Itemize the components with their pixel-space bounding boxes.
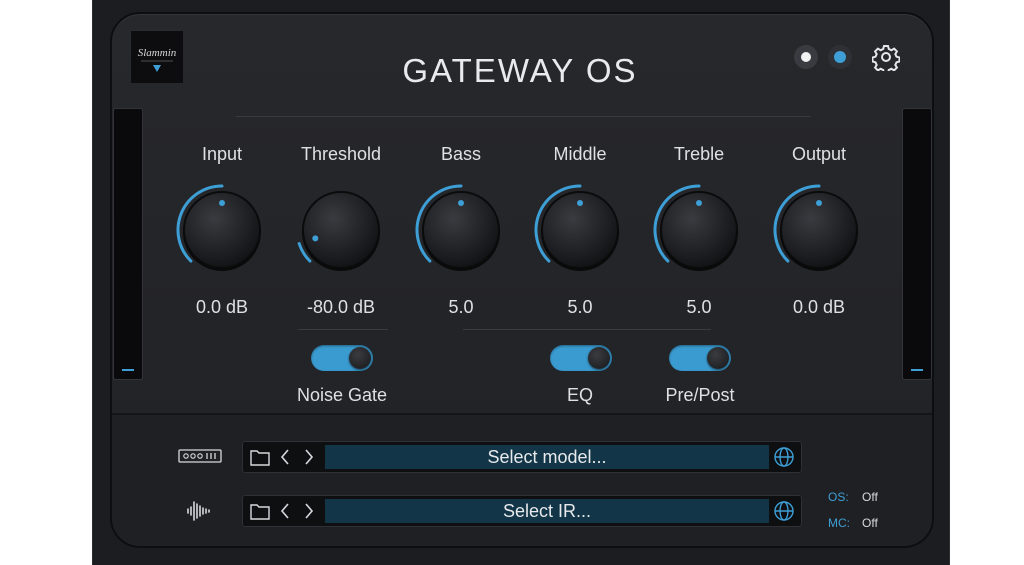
bass-knob[interactable] bbox=[413, 182, 509, 278]
brand-logo: Slammin bbox=[130, 30, 183, 83]
model-loader: Select model... bbox=[242, 441, 802, 473]
knob-indicator bbox=[458, 200, 464, 206]
chevron-left-icon[interactable] bbox=[279, 447, 291, 472]
output-level-meter bbox=[902, 108, 932, 380]
meter-level-tick bbox=[122, 369, 134, 371]
waveform-icon bbox=[186, 500, 214, 527]
chevron-left-icon[interactable] bbox=[279, 501, 291, 526]
knob-label-threshold: Threshold bbox=[300, 144, 382, 164]
input-level-meter bbox=[113, 108, 143, 380]
globe-icon[interactable] bbox=[773, 446, 795, 473]
eq-toggle[interactable] bbox=[550, 345, 612, 371]
mc-status: MC: Off bbox=[828, 516, 878, 530]
eq-label: EQ bbox=[566, 385, 593, 405]
title-divider bbox=[236, 116, 811, 117]
knob-graphic bbox=[653, 184, 738, 271]
treble-knob[interactable] bbox=[651, 182, 747, 278]
knob-graphic bbox=[773, 184, 858, 271]
knob-label-treble: Treble bbox=[673, 144, 725, 164]
knob-label-input: Input bbox=[201, 144, 243, 164]
noise-gate-divider bbox=[298, 329, 388, 330]
app-title: GATEWAY OS bbox=[402, 52, 638, 89]
knob-value-treble: 5.0 bbox=[686, 297, 712, 317]
knob-value-middle: 5.0 bbox=[567, 297, 593, 317]
theme-light-dot[interactable] bbox=[794, 45, 818, 69]
knob-label-bass: Bass bbox=[440, 144, 482, 164]
toggle-thumb bbox=[707, 347, 729, 369]
knob-graphic bbox=[415, 184, 500, 271]
knob-label-output: Output bbox=[791, 144, 847, 164]
folder-icon[interactable] bbox=[249, 501, 271, 526]
knob-graphic bbox=[176, 184, 261, 271]
knob-body bbox=[302, 191, 380, 269]
output-knob[interactable] bbox=[771, 182, 867, 278]
knob-value-input: 0.0 dB bbox=[195, 297, 249, 317]
knob-value-bass: 5.0 bbox=[448, 297, 474, 317]
theme-blue-dot[interactable] bbox=[828, 45, 852, 69]
pre-post-toggle[interactable] bbox=[669, 345, 731, 371]
middle-knob[interactable] bbox=[532, 182, 628, 278]
toggle-thumb bbox=[588, 347, 610, 369]
noise-gate-label: Noise Gate bbox=[296, 385, 388, 405]
input-knob[interactable] bbox=[174, 182, 270, 278]
knob-graphic bbox=[297, 191, 380, 271]
threshold-knob[interactable] bbox=[293, 182, 389, 278]
noise-gate-toggle[interactable] bbox=[311, 345, 373, 371]
eq-divider bbox=[463, 329, 711, 330]
folder-icon[interactable] bbox=[249, 447, 271, 472]
knob-indicator bbox=[696, 200, 702, 206]
os-status-label: OS: bbox=[828, 490, 849, 504]
chevron-right-icon[interactable] bbox=[303, 501, 315, 526]
knob-indicator bbox=[219, 200, 225, 206]
meter-level-tick bbox=[911, 369, 923, 371]
pre-post-label: Pre/Post bbox=[665, 385, 735, 405]
ir-select-field[interactable]: Select IR... bbox=[325, 499, 769, 523]
gear-icon[interactable] bbox=[871, 43, 901, 74]
knob-indicator bbox=[816, 200, 822, 206]
mc-status-value: Off bbox=[862, 516, 878, 530]
chevron-right-icon[interactable] bbox=[303, 447, 315, 472]
svg-text:Slammin: Slammin bbox=[138, 47, 177, 59]
knob-graphic bbox=[534, 184, 619, 271]
knob-label-middle: Middle bbox=[553, 144, 607, 164]
knob-indicator bbox=[577, 200, 583, 206]
knob-value-output: 0.0 dB bbox=[792, 297, 846, 317]
knob-value-threshold: -80.0 dB bbox=[306, 297, 376, 317]
toggle-thumb bbox=[349, 347, 371, 369]
mc-status-label: MC: bbox=[828, 516, 850, 530]
os-status: OS: Off bbox=[828, 490, 878, 504]
os-status-value: Off bbox=[862, 490, 878, 504]
globe-icon[interactable] bbox=[773, 500, 795, 527]
ir-loader: Select IR... bbox=[242, 495, 802, 527]
model-select-field[interactable]: Select model... bbox=[325, 445, 769, 469]
knob-indicator bbox=[312, 235, 319, 242]
amp-model-icon bbox=[178, 449, 222, 468]
